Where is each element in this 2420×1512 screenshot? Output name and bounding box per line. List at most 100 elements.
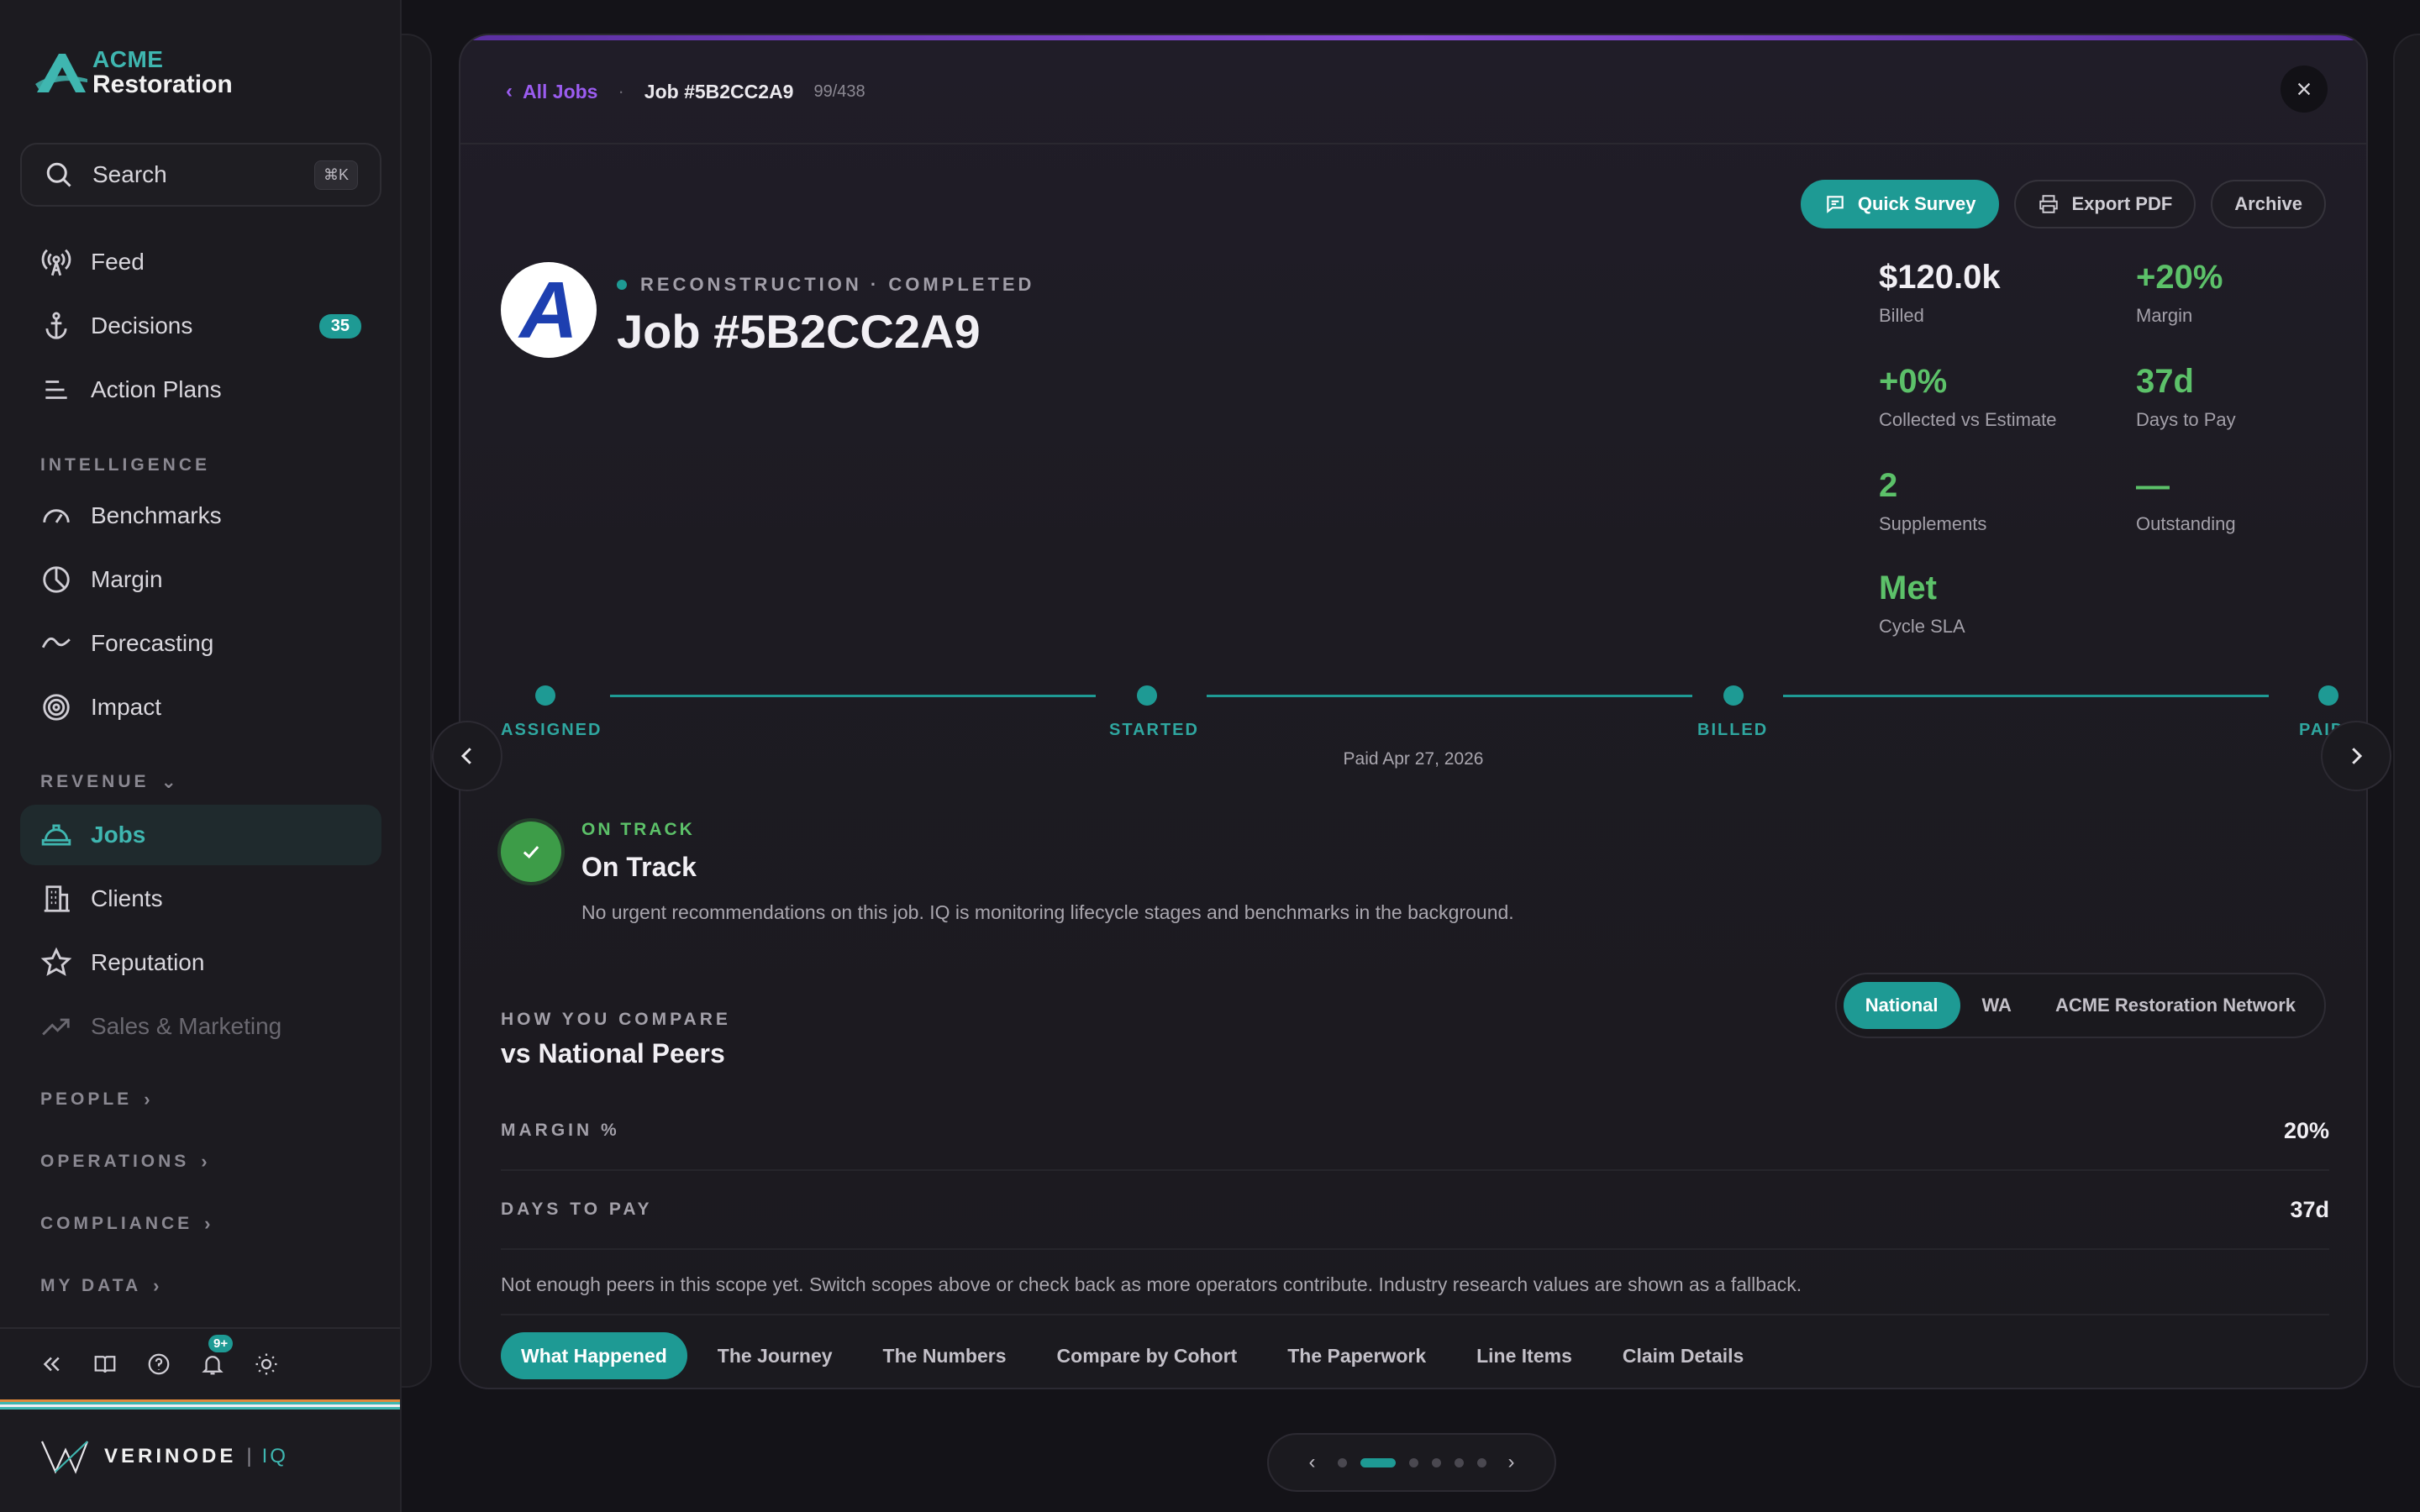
sidebar-item-action-plans[interactable]: Action Plans (20, 360, 381, 420)
docs-button[interactable] (92, 1352, 118, 1377)
previous-job-button[interactable] (432, 721, 502, 791)
sidebar-item-label: Jobs (91, 822, 146, 848)
section-people[interactable]: PEOPLE › (40, 1089, 150, 1110)
bell-icon (202, 1356, 224, 1375)
search-input[interactable]: Search ⌘K (20, 143, 381, 207)
stat-label: Supplements (1879, 513, 1987, 534)
section-revenue-label: REVENUE (40, 772, 150, 791)
sidebar-item-feed[interactable]: Feed (20, 232, 381, 292)
tab-claim-details[interactable]: Claim Details (1602, 1332, 1764, 1379)
timeline-dot-assigned (535, 685, 555, 706)
pager-dot[interactable] (1476, 1457, 1486, 1467)
stat-label: Billed (1879, 305, 1924, 326)
sidebar-item-margin[interactable]: Margin (20, 549, 381, 610)
notification-count-badge: 9+ (208, 1335, 234, 1352)
close-icon (2297, 82, 2311, 96)
pager-dot[interactable] (1431, 1457, 1441, 1467)
tab-compare-by-cohort[interactable]: Compare by Cohort (1037, 1332, 1258, 1379)
sidebar-item-label: Action Plans (91, 376, 222, 402)
scope-selector: National WA ACME Restoration Network (1834, 973, 2326, 1038)
notifications-button[interactable]: 9+ (200, 1335, 234, 1377)
search-shortcut: ⌘K (313, 160, 358, 190)
timeline-label-billed: BILLED (1697, 721, 1769, 739)
archive-button[interactable]: Archive (2211, 180, 2326, 228)
timeline-segment (610, 695, 1096, 697)
timeline-dot-started (1137, 685, 1157, 706)
previous-card-peek (402, 34, 432, 1388)
timeline-label-assigned: ASSIGNED (501, 721, 602, 739)
sidebar-item-decisions[interactable]: Decisions 35 (20, 296, 381, 356)
tab-what-happened[interactable]: What Happened (501, 1332, 687, 1379)
job-title: Job #5B2CC2A9 (617, 305, 981, 358)
sidebar-item-sales-marketing[interactable]: Sales & Marketing (20, 996, 381, 1057)
star-icon (40, 947, 72, 976)
list-icon (45, 381, 67, 399)
job-subtitle: RECONSTRUCTION · COMPLETED (617, 274, 1034, 296)
vendor-separator: | (246, 1445, 252, 1467)
stat-label: Outstanding (2136, 513, 2236, 534)
modal-actions: Quick Survey Export PDF Archive (1800, 180, 2326, 228)
stat-label: Days to Pay (2136, 409, 2236, 430)
tab-the-numbers[interactable]: The Numbers (863, 1332, 1027, 1379)
scope-network[interactable]: ACME Restoration Network (2033, 982, 2317, 1029)
vendor-logo: VERINODE | IQ (40, 1438, 288, 1475)
sidebar-item-jobs[interactable]: Jobs (20, 805, 381, 865)
sidebar-item-impact[interactable]: Impact (20, 677, 381, 738)
next-job-button[interactable] (2321, 721, 2391, 791)
pager-dot[interactable] (1408, 1457, 1418, 1467)
scope-wa[interactable]: WA (1960, 982, 2033, 1029)
theme-toggle-button[interactable] (254, 1352, 279, 1377)
sidebar-item-reputation[interactable]: Reputation (20, 932, 381, 993)
sidebar-item-label: Feed (91, 249, 145, 275)
export-pdf-button[interactable]: Export PDF (2014, 180, 2196, 228)
help-icon (148, 1353, 170, 1375)
chevron-right-icon: › (153, 1275, 160, 1296)
pager-dot-active[interactable] (1360, 1457, 1396, 1467)
stat-value: +0% (1879, 363, 1948, 400)
brand-logo[interactable]: ACME Restoration (34, 47, 233, 97)
sidebar-item-benchmarks[interactable]: Benchmarks (20, 486, 381, 546)
search-placeholder: Search (92, 161, 167, 187)
close-button[interactable] (2281, 66, 2328, 113)
pager-next-button[interactable]: › (1508, 1451, 1515, 1474)
section-operations[interactable]: OPERATIONS › (40, 1151, 208, 1173)
sidebar-item-label: Clients (91, 885, 163, 911)
pager-prev-button[interactable]: ‹ (1309, 1451, 1316, 1474)
sidebar-item-forecasting[interactable]: Forecasting (20, 613, 381, 674)
compare-fallback-note: Not enough peers in this scope yet. Swit… (501, 1273, 1802, 1295)
collapse-sidebar-button[interactable] (39, 1352, 64, 1377)
compare-row-margin: MARGIN % 20% (501, 1092, 2329, 1171)
tab-the-paperwork[interactable]: The Paperwork (1267, 1332, 1446, 1379)
quick-survey-label: Quick Survey (1857, 193, 1976, 214)
client-avatar: A (501, 262, 597, 358)
sidebar-item-label: Forecasting (91, 630, 214, 656)
tab-line-items[interactable]: Line Items (1456, 1332, 1592, 1379)
detail-tabs: What Happened The Journey The Numbers Co… (501, 1332, 1764, 1379)
search-icon (46, 162, 71, 187)
client-logo-icon: A (518, 265, 577, 355)
stat-supplements: 2 Supplements (1879, 467, 2131, 535)
all-jobs-link[interactable]: ‹ All Jobs (506, 80, 597, 103)
record-position: 99/438 (813, 81, 865, 101)
scope-national[interactable]: National (1843, 982, 1960, 1029)
compare-eyebrow: HOW YOU COMPARE (501, 1010, 731, 1029)
tab-the-journey[interactable]: The Journey (697, 1332, 853, 1379)
sidebar-item-clients[interactable]: Clients (20, 869, 381, 929)
stat-value: — (2136, 467, 2170, 504)
help-button[interactable] (146, 1352, 171, 1377)
section-my-data[interactable]: MY DATA › (40, 1275, 160, 1297)
compare-row-label: MARGIN % (501, 1121, 620, 1140)
section-compliance[interactable]: COMPLIANCE › (40, 1213, 211, 1235)
status-summary: ON TRACK On Track No urgent recommendati… (581, 820, 1514, 924)
brand-line2: Restoration (92, 71, 233, 98)
pager-dot[interactable] (1454, 1457, 1464, 1467)
pager-dot[interactable] (1337, 1457, 1347, 1467)
timeline-label-started: STARTED (1109, 721, 1199, 739)
job-detail-modal: ‹ All Jobs · Job #5B2CC2A9 99/438 Quick … (459, 34, 2368, 1389)
quick-survey-button[interactable]: Quick Survey (1800, 180, 2000, 228)
chevron-right-icon: › (144, 1089, 150, 1110)
chevron-right-icon: › (201, 1151, 208, 1172)
check-icon (523, 846, 539, 858)
section-revenue[interactable]: REVENUE ⌄ (40, 771, 176, 793)
stat-value: Met (1879, 570, 1937, 606)
